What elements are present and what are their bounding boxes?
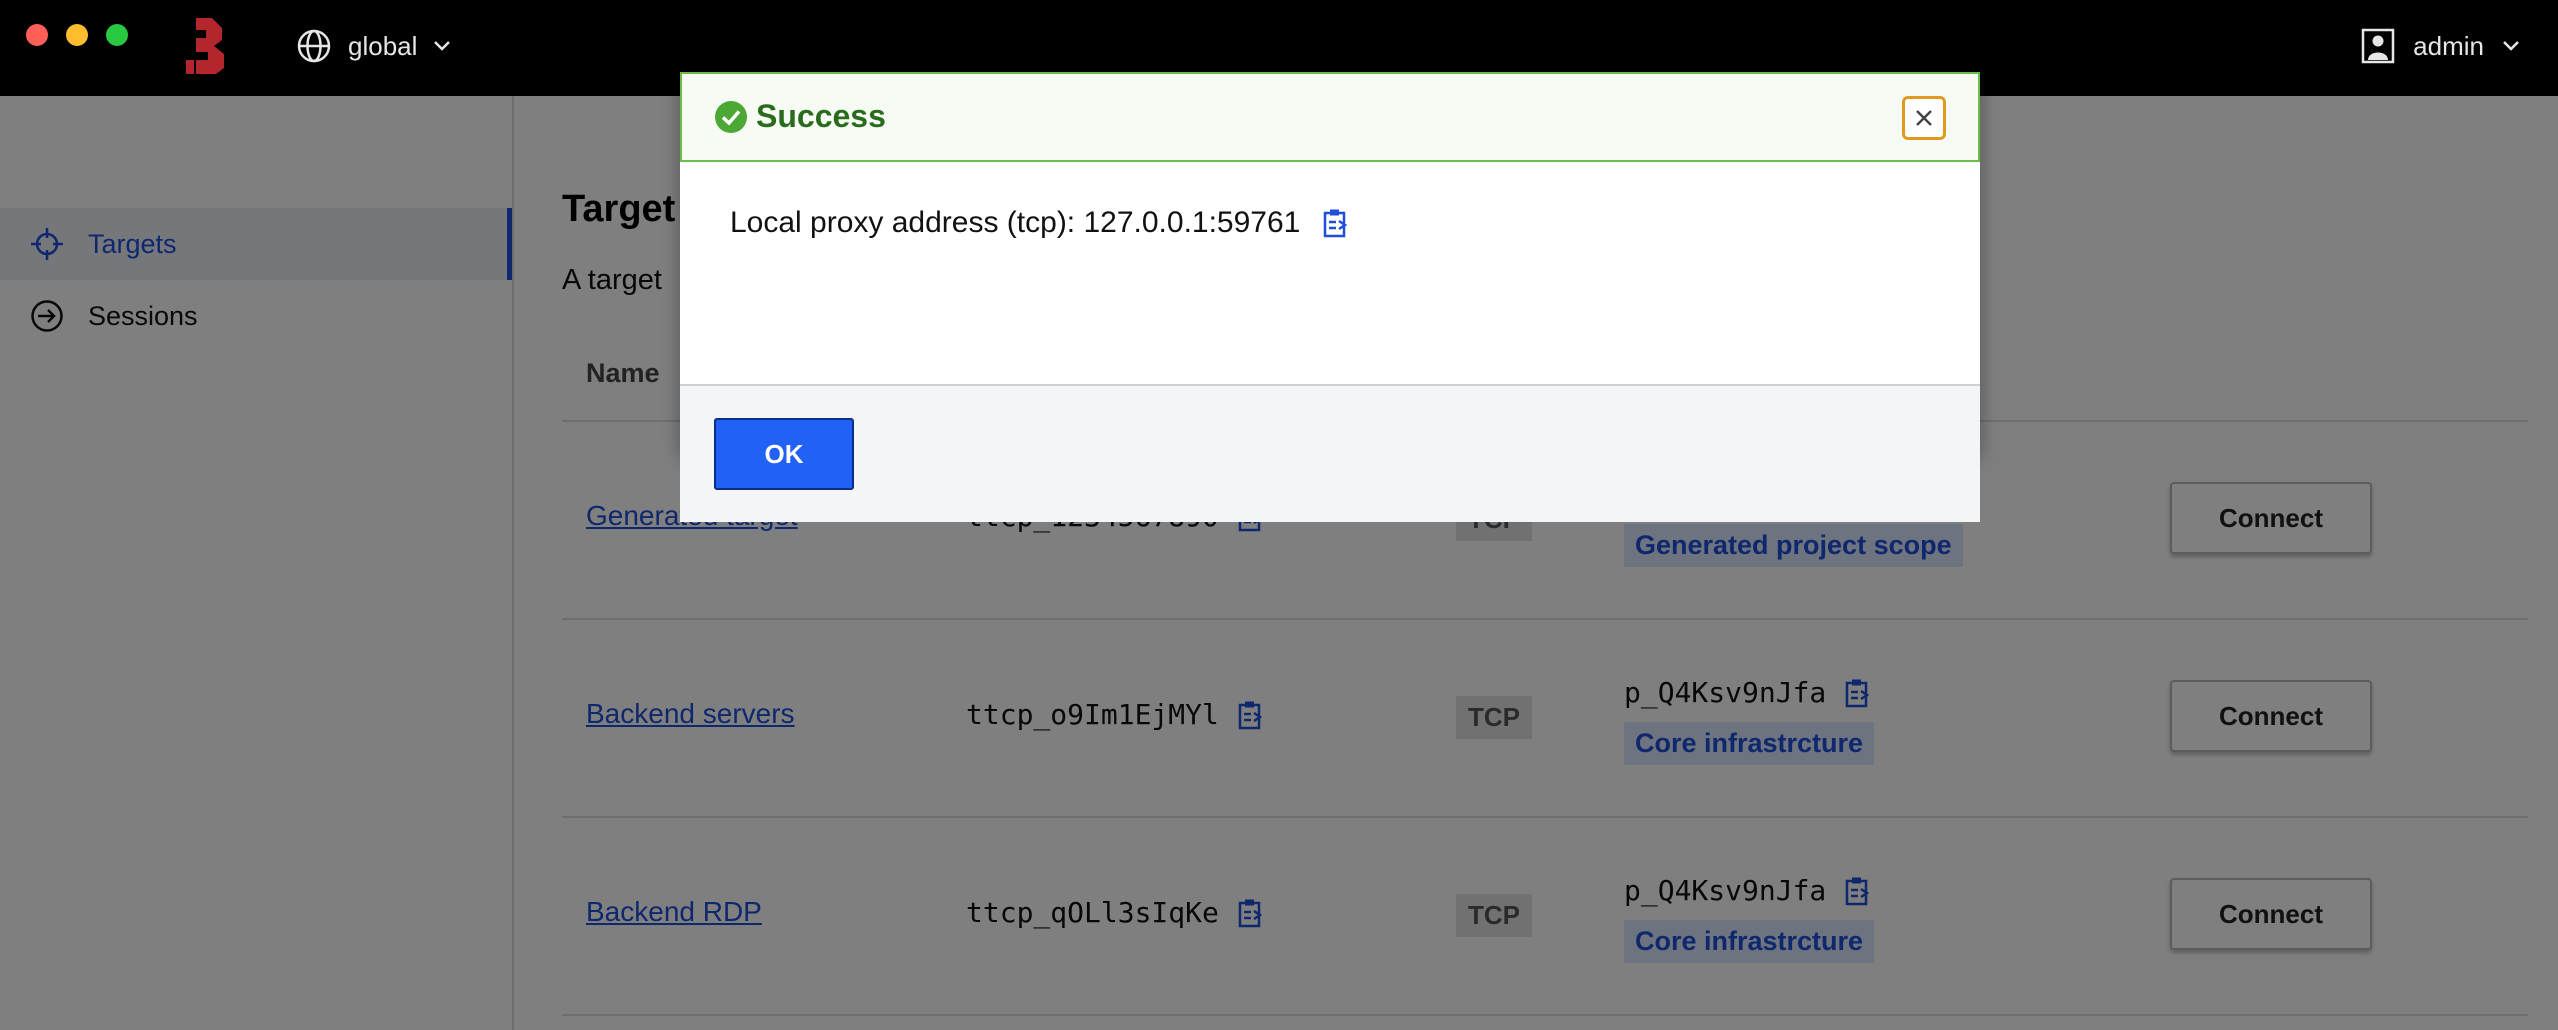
clipboard-copy-icon[interactable] [1322,208,1350,238]
proxy-address: Local proxy address (tcp): 127.0.0.1:597… [730,206,1350,240]
user-menu[interactable]: admin [2361,26,2520,66]
scope-selector[interactable]: global [296,26,451,66]
globe-icon [297,29,331,63]
success-dialog: Success Local proxy address (tcp): 127.0… [680,72,1980,522]
chevron-down-icon [434,41,451,51]
close-button[interactable] [1902,96,1946,140]
dialog-body: Local proxy address (tcp): 127.0.0.1:597… [680,162,1980,384]
window-zoom-dot[interactable] [106,24,128,46]
scope-label: global [348,30,418,61]
window-minimize-dot[interactable] [66,24,88,46]
user-label: admin [2413,30,2484,61]
dialog-footer: OK [680,384,1980,522]
check-circle-icon [715,101,747,133]
user-icon [2361,28,2395,64]
dialog-title: Success [756,98,886,134]
boundary-logo [186,18,224,74]
ok-button[interactable]: OK [714,418,854,490]
close-icon [1916,110,1932,126]
chevron-down-icon [2503,41,2519,51]
window-close-dot[interactable] [26,24,48,46]
dialog-header: Success [680,72,1980,162]
proxy-address-text: Local proxy address (tcp): 127.0.0.1:597… [730,206,1301,239]
